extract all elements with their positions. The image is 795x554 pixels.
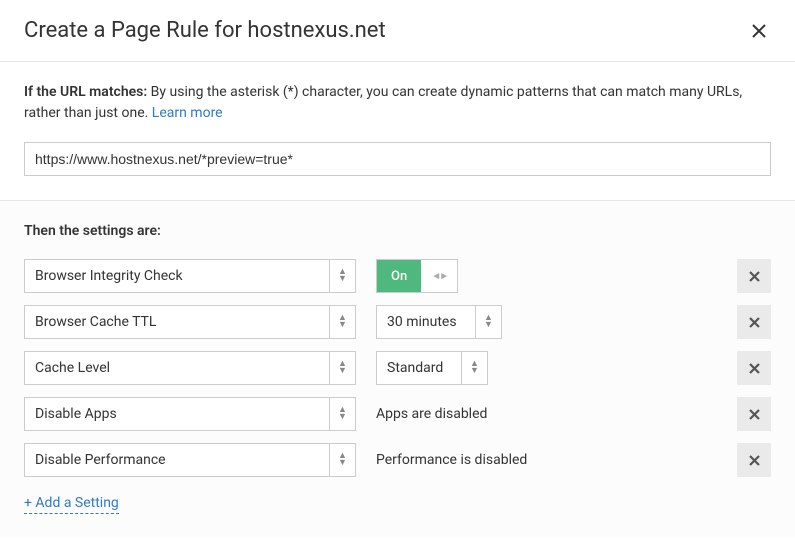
value-column: 30 minutes ▲▼ [376,305,717,339]
stepper-icon[interactable]: ▲▼ [329,352,355,384]
setting-select[interactable]: Browser Cache TTL ▲▼ [24,305,356,339]
value-text: Performance is disabled [376,452,527,468]
value-column: On ◄► [376,259,717,293]
setting-select-label: Disable Performance [25,444,329,476]
add-setting-link[interactable]: + Add a Setting [24,495,119,514]
setting-select-label: Disable Apps [25,398,329,430]
setting-select[interactable]: Cache Level ▲▼ [24,351,356,385]
setting-select-label: Browser Integrity Check [25,260,329,292]
value-column: Apps are disabled [376,406,717,422]
toggle-switch[interactable]: On ◄► [376,259,458,293]
value-select-label: Standard [377,352,461,384]
value-text: Apps are disabled [376,406,487,422]
rule-row: Disable Performance ▲▼ Performance is di… [24,443,771,477]
value-select[interactable]: Standard ▲▼ [376,351,488,385]
rule-row: Cache Level ▲▼ Standard ▲▼ [24,351,771,385]
rule-row: Browser Cache TTL ▲▼ 30 minutes ▲▼ [24,305,771,339]
stepper-icon[interactable]: ▲▼ [329,398,355,430]
rule-row: Browser Integrity Check ▲▼ On ◄► [24,259,771,293]
dialog-header: Create a Page Rule for hostnexus.net [0,0,795,62]
url-input[interactable] [24,142,771,176]
stepper-icon[interactable]: ▲▼ [329,260,355,292]
value-column: Standard ▲▼ [376,351,717,385]
value-select-label: 30 minutes [377,306,475,338]
if-description: If the URL matches: By using the asteris… [24,82,771,124]
setting-select-label: Browser Cache TTL [25,306,329,338]
if-section: If the URL matches: By using the asteris… [0,62,795,201]
setting-select[interactable]: Disable Performance ▲▼ [24,443,356,477]
value-column: Performance is disabled [376,452,717,468]
stepper-icon[interactable]: ▲▼ [475,306,501,338]
remove-button[interactable] [737,305,771,339]
close-icon[interactable] [747,19,771,43]
toggle-on: On [377,260,421,292]
dialog-title: Create a Page Rule for hostnexus.net [24,18,386,43]
remove-button[interactable] [737,443,771,477]
if-label: If the URL matches: [24,84,147,100]
toggle-off-handle: ◄► [421,260,457,292]
remove-button[interactable] [737,397,771,431]
remove-button[interactable] [737,351,771,385]
then-label: Then the settings are: [24,223,771,239]
remove-button[interactable] [737,259,771,293]
learn-more-link[interactable]: Learn more [152,105,223,121]
setting-select[interactable]: Disable Apps ▲▼ [24,397,356,431]
setting-select-label: Cache Level [25,352,329,384]
then-section: Then the settings are: Browser Integrity… [0,201,795,538]
stepper-icon[interactable]: ▲▼ [329,444,355,476]
rule-row: Disable Apps ▲▼ Apps are disabled [24,397,771,431]
value-select[interactable]: 30 minutes ▲▼ [376,305,502,339]
setting-select[interactable]: Browser Integrity Check ▲▼ [24,259,356,293]
stepper-icon[interactable]: ▲▼ [329,306,355,338]
stepper-icon[interactable]: ▲▼ [461,352,487,384]
